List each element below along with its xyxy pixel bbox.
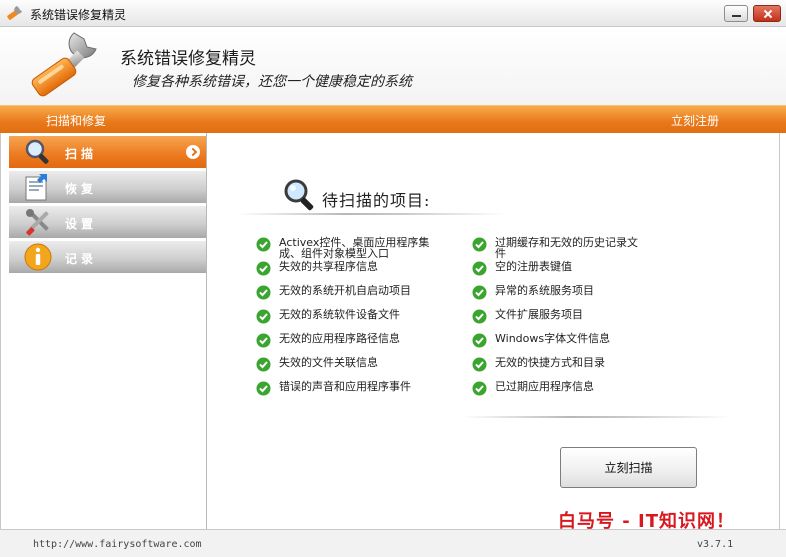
green-check-icon — [472, 261, 487, 276]
status-bar: http://www.fairysoftware.com v3.7.1 — [0, 529, 786, 557]
list-item: 无效的系统开机自启动项目 — [256, 281, 429, 305]
watermark: 白马号 - IT知识网！ — [558, 511, 735, 532]
restore-icon — [25, 174, 47, 201]
green-check-icon — [256, 381, 271, 396]
item-text: 无效的系统软件设备文件 — [279, 308, 400, 321]
tools-icon — [26, 209, 49, 236]
item-text: 文件扩展服务项目 — [495, 308, 583, 321]
green-check-icon — [472, 381, 487, 396]
item-text: 异常的系统服务项目 — [495, 284, 594, 297]
window-title: 系统错误修复精灵 — [30, 8, 127, 22]
scan-items-right: 过期缓存和无效的历史记录文 件 空的注册表键值 异常的系统服务项目 文件扩展服务… — [472, 233, 638, 401]
item-text: 失效的文件关联信息 — [279, 356, 378, 369]
list-divider — [462, 416, 732, 418]
magnifier-icon — [284, 179, 314, 211]
list-item: 失效的文件关联信息 — [256, 353, 429, 377]
sidebar-item-scan[interactable]: 扫描 — [9, 136, 206, 168]
sidebar-item-label: 设置 — [65, 217, 98, 231]
green-check-icon — [256, 357, 271, 372]
list-item: 无效的系统软件设备文件 — [256, 305, 429, 329]
scan-heading: 待扫描的项目: — [282, 177, 512, 215]
green-check-icon — [472, 309, 487, 324]
item-text: Windows字体文件信息 — [495, 332, 611, 345]
item-text: 失效的共享程序信息 — [279, 260, 378, 273]
version-label: v3.7.1 — [697, 539, 734, 550]
item-text: 无效的系统开机自启动项目 — [279, 284, 411, 297]
green-check-icon — [472, 357, 487, 372]
chevron-right-icon — [186, 145, 200, 159]
item-text: 过期缓存和无效的历史记录文 — [495, 236, 638, 249]
green-check-icon — [472, 237, 487, 252]
sidebar-item-log[interactable]: 记录 — [9, 241, 206, 273]
list-item: 空的注册表键值 — [472, 257, 638, 281]
list-item: 过期缓存和无效的历史记录文 件 — [472, 233, 638, 259]
app-name: 系统错误修复精灵 — [120, 49, 256, 69]
scan-and-repair-tab[interactable]: 扫描和修复 — [46, 112, 106, 129]
item-text: 错误的声音和应用程序事件 — [279, 380, 411, 393]
nav-bar: 扫描和修复 立刻注册 — [0, 105, 786, 133]
item-text: 已过期应用程序信息 — [495, 380, 594, 393]
window-title-bar: 系统错误修复精灵 — [0, 0, 786, 27]
item-text: 空的注册表键值 — [495, 260, 572, 273]
wrench-logo-icon — [31, 32, 97, 97]
magnifier-icon — [25, 139, 49, 164]
app-slogan: 修复各种系统错误，还您一个健康稳定的系统 — [132, 74, 412, 90]
scan-heading-text: 待扫描的项目: — [322, 191, 431, 210]
heading-divider — [237, 213, 507, 215]
scan-panel: 待扫描的项目: Activex控件、桌面应用程序集 成、组件对象模型入口 失效的… — [207, 133, 780, 529]
wrench-icon — [7, 6, 22, 20]
list-item: 异常的系统服务项目 — [472, 281, 638, 305]
scan-now-button[interactable]: 立刻扫描 — [560, 447, 697, 488]
close-button[interactable] — [753, 5, 781, 22]
list-item: 无效的快捷方式和目录 — [472, 353, 638, 377]
sidebar-item-restore[interactable]: 恢复 — [9, 171, 206, 203]
list-item: Activex控件、桌面应用程序集 成、组件对象模型入口 — [256, 233, 430, 259]
scan-items-left: Activex控件、桌面应用程序集 成、组件对象模型入口 失效的共享程序信息 无… — [256, 233, 429, 401]
green-check-icon — [256, 285, 271, 300]
website-url[interactable]: http://www.fairysoftware.com — [33, 539, 202, 550]
green-check-icon — [256, 309, 271, 324]
green-check-icon — [256, 261, 271, 276]
sidebar: 扫描 恢复 设置 记录 — [0, 133, 207, 529]
item-text: 无效的应用程序路径信息 — [279, 332, 400, 345]
item-text: 无效的快捷方式和目录 — [495, 356, 605, 369]
minimize-button[interactable] — [724, 5, 748, 22]
sidebar-item-settings[interactable]: 设置 — [9, 206, 206, 238]
list-item: 错误的声音和应用程序事件 — [256, 377, 429, 401]
item-text: Activex控件、桌面应用程序集 — [279, 236, 430, 249]
green-check-icon — [472, 285, 487, 300]
register-now-link[interactable]: 立刻注册 — [671, 112, 719, 129]
sidebar-item-label: 恢复 — [65, 182, 98, 196]
green-check-icon — [256, 237, 271, 252]
sidebar-item-label: 记录 — [65, 252, 98, 266]
info-icon — [24, 243, 52, 271]
green-check-icon — [256, 333, 271, 348]
list-item: 失效的共享程序信息 — [256, 257, 429, 281]
list-item: 无效的应用程序路径信息 — [256, 329, 429, 353]
green-check-icon — [472, 333, 487, 348]
header-banner: 系统错误修复精灵 修复各种系统错误，还您一个健康稳定的系统 — [0, 27, 786, 105]
sidebar-item-label: 扫描 — [65, 147, 98, 161]
list-item: 文件扩展服务项目 — [472, 305, 638, 329]
list-item: 已过期应用程序信息 — [472, 377, 638, 401]
list-item: Windows字体文件信息 — [472, 329, 638, 353]
